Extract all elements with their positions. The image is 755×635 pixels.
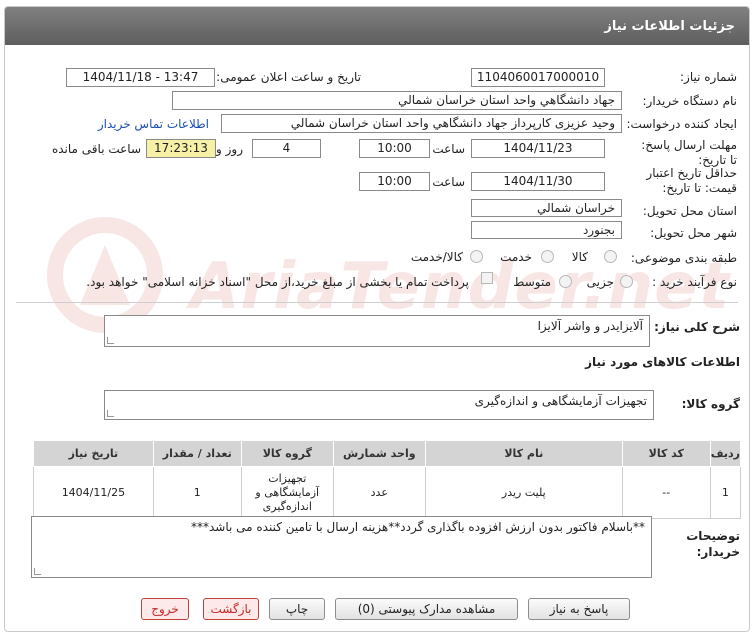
remaining-time-field: 17:23:13: [146, 139, 216, 158]
remaining-label: ساعت باقی مانده: [51, 142, 141, 156]
min-validity-label: حداقل تاریخ اعتبار قیمت: تا تاریخ:: [646, 166, 737, 195]
validity-date-field: 1404/11/30: [471, 172, 605, 191]
process-label: نوع فرآیند خرید :: [652, 275, 737, 289]
announce-label: تاریخ و ساعت اعلان عمومی:: [216, 70, 361, 84]
reply-button[interactable]: پاسخ به نیاز: [528, 598, 630, 620]
col-name: نام کالا: [424, 440, 623, 467]
description-text: آلایزایدر و واشر آلایزا: [537, 319, 643, 333]
exit-button[interactable]: خروج: [141, 598, 189, 620]
cell-group: تجهیزات آزمایشگاهی و اندازه‌گیری: [240, 466, 334, 519]
col-group: گروه کالا: [240, 440, 334, 467]
goods-group-label: گروه کالا:: [681, 397, 740, 411]
category-option-both: کالا/خدمت: [410, 250, 463, 264]
category-radio-goods[interactable]: [604, 250, 617, 263]
resize-handle-icon[interactable]: [107, 337, 114, 344]
panel-header: جزئیات اطلاعات نیاز: [5, 7, 749, 45]
goods-group-text: تجهیزات آزمایشگاهی و اندازه‌گیری: [474, 394, 647, 408]
province-field: خراسان شمالي: [471, 199, 622, 217]
announce-datetime-field: 1404/11/18 - 13:47: [66, 68, 215, 87]
city-label: شهر محل تحویل:: [650, 226, 737, 240]
category-radio-both[interactable]: [470, 250, 483, 263]
creator-field: وحید عزیزی کارپرداز جهاد دانشگاهي واحد ا…: [221, 114, 622, 133]
goods-info-title: اطلاعات کالاهای مورد نیاز: [585, 355, 740, 369]
days-remaining-field: 4: [252, 139, 321, 158]
process-radio-minor[interactable]: [620, 275, 633, 288]
buyer-org-field: جهاد دانشگاهي واحد استان خراسان شمالي: [172, 91, 622, 110]
cell-qty: 1: [152, 466, 242, 519]
payment-note: پرداخت تمام یا بخشی از مبلغ خرید،از محل …: [86, 275, 469, 289]
need-number-label: شماره نیاز:: [680, 70, 737, 84]
cell-row: 1: [709, 466, 742, 519]
deadline-label: مهلت ارسال پاسخ: تا تاریخ:: [641, 138, 737, 167]
col-row: ردیف: [709, 440, 742, 467]
cell-name: پلیت ریدر: [424, 466, 623, 519]
need-number-field: 1104060017000010: [471, 68, 605, 87]
description-textarea[interactable]: آلایزایدر و واشر آلایزا: [104, 315, 650, 347]
buyer-notes-text: **باسلام فاکتور بدون ارزش افزوده باگذاری…: [190, 520, 645, 534]
col-unit: واحد شمارش: [332, 440, 426, 467]
resize-handle-icon[interactable]: [107, 410, 114, 417]
view-attachments-button[interactable]: مشاهده مدارک پیوستی (0): [335, 598, 518, 620]
col-qty: تعداد / مقدار: [152, 440, 242, 467]
category-option-service: خدمت: [500, 250, 532, 264]
treasury-docs-checkbox[interactable]: [481, 272, 493, 284]
category-label: طبقه بندی موضوعی:: [630, 251, 737, 265]
days-label: روز و: [216, 142, 243, 156]
process-radio-medium[interactable]: [559, 275, 572, 288]
validity-time-label: ساعت: [432, 175, 465, 189]
cell-date: 1404/11/25: [33, 466, 154, 519]
category-radio-service[interactable]: [541, 250, 554, 263]
buyer-contact-link[interactable]: اطلاعات تماس خریدار: [98, 117, 209, 131]
goods-group-textarea[interactable]: تجهیزات آزمایشگاهی و اندازه‌گیری: [104, 390, 654, 420]
process-option-medium: متوسط: [513, 275, 551, 289]
table-header-row: ردیف کد کالا نام کالا واحد شمارش گروه کا…: [33, 440, 742, 467]
buyer-org-label: نام دستگاه خریدار:: [642, 94, 738, 108]
print-button[interactable]: چاپ: [269, 598, 325, 620]
city-field: بجنورد: [471, 221, 622, 239]
col-date: تاریخ نیاز: [33, 440, 154, 467]
buyer-notes-textarea[interactable]: **باسلام فاکتور بدون ارزش افزوده باگذاری…: [31, 516, 652, 578]
cell-unit: عدد: [332, 466, 426, 519]
buyer-notes-label: توضیحات خریدار:: [686, 529, 740, 559]
back-button[interactable]: بازگشت: [203, 598, 259, 620]
resize-handle-icon[interactable]: [34, 568, 41, 575]
panel-title: جزئیات اطلاعات نیاز: [604, 19, 735, 34]
description-label: شرح کلی نیاز:: [654, 320, 740, 334]
creator-label: ایجاد کننده درخواست:: [626, 117, 737, 131]
cell-code: --: [621, 466, 711, 519]
table-row[interactable]: 1 -- پلیت ریدر عدد تجهیزات آزمایشگاهی و …: [33, 466, 742, 519]
validity-time-field: 10:00: [359, 172, 430, 191]
items-table: ردیف کد کالا نام کالا واحد شمارش گروه کا…: [33, 440, 742, 519]
province-label: استان محل تحویل:: [642, 204, 737, 218]
deadline-time-field: 10:00: [359, 139, 430, 158]
deadline-time-label: ساعت: [432, 142, 465, 156]
deadline-date-field: 1404/11/23: [471, 139, 605, 158]
process-option-minor: جزیی: [586, 275, 614, 289]
category-option-goods: کالا: [571, 250, 588, 264]
divider: [16, 302, 738, 303]
col-code: کد کالا: [621, 440, 711, 467]
